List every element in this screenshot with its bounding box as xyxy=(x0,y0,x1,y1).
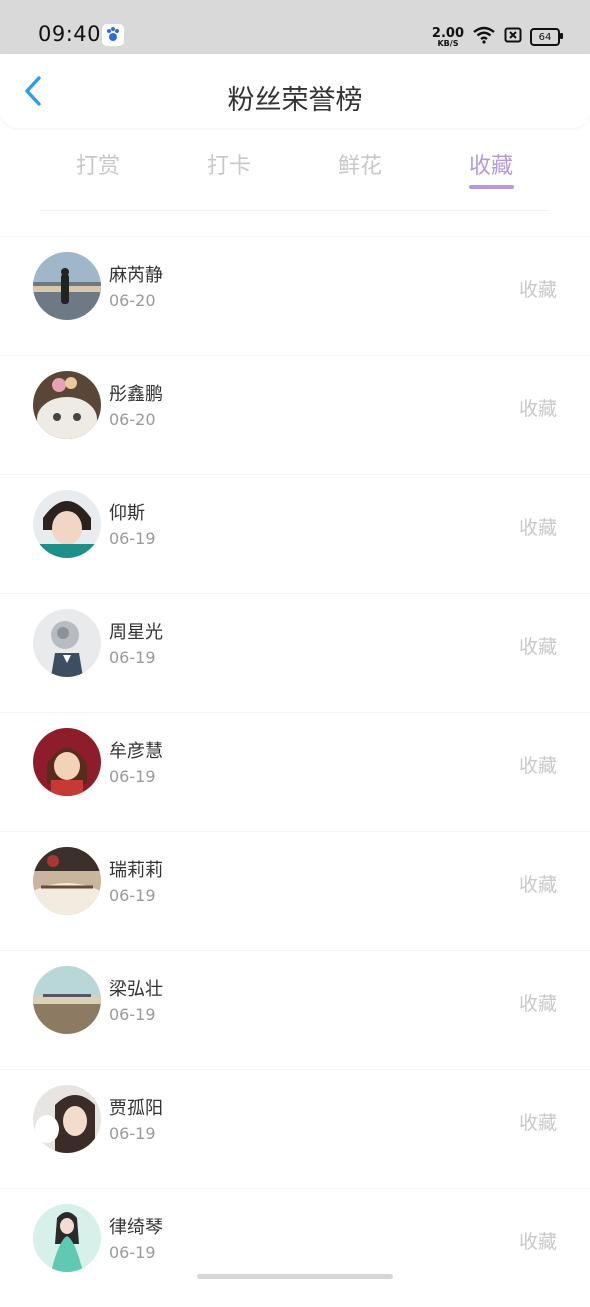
user-date: 06-20 xyxy=(109,410,156,429)
user-name: 仰斯 xyxy=(109,503,145,524)
user-name: 牟彦慧 xyxy=(109,741,163,762)
user-date: 06-19 xyxy=(109,648,156,667)
battery-icon: 64 xyxy=(530,28,563,46)
user-name: 周星光 xyxy=(109,622,163,643)
net-speed: 2.00 KB/S xyxy=(432,27,464,48)
user-name: 彤鑫鹏 xyxy=(109,384,163,405)
tab-checkin[interactable]: 打卡 xyxy=(179,148,279,180)
action-label: 收藏 xyxy=(518,636,557,658)
active-tab-indicator xyxy=(469,185,514,189)
user-name: 梁弘壮 xyxy=(109,979,163,1000)
avatar xyxy=(33,609,101,677)
avatar xyxy=(33,728,101,796)
list-item[interactable]: 周星光 06-19 收藏 xyxy=(0,593,590,712)
list-item[interactable]: 梁弘壮 06-19 收藏 xyxy=(0,950,590,1069)
tab-flowers[interactable]: 鲜花 xyxy=(310,148,410,180)
avatar xyxy=(33,252,101,320)
divider xyxy=(40,210,550,211)
status-bar: 09:40 2.00 KB/S 64 xyxy=(0,0,590,54)
avatar xyxy=(33,1204,101,1272)
header: 粉丝荣誉榜 xyxy=(0,54,590,128)
user-date: 06-19 xyxy=(109,886,156,905)
sim-icon xyxy=(504,27,522,47)
list-item[interactable]: 彤鑫鹏 06-20 收藏 xyxy=(0,355,590,474)
avatar xyxy=(33,847,101,915)
list-item[interactable]: 麻芮静 06-20 收藏 xyxy=(0,236,590,355)
avatar xyxy=(33,371,101,439)
action-label: 收藏 xyxy=(518,398,557,420)
fan-list: 麻芮静 06-20 收藏 彤鑫鹏 06-20 收藏 仰斯 06-19 收藏 周星… xyxy=(0,236,590,1307)
user-name: 贾孤阳 xyxy=(109,1098,163,1119)
user-date: 06-19 xyxy=(109,1124,156,1143)
avatar xyxy=(33,1085,101,1153)
user-name: 麻芮静 xyxy=(109,265,163,286)
avatar xyxy=(33,966,101,1034)
user-name: 律绮琴 xyxy=(109,1217,163,1238)
user-date: 06-19 xyxy=(109,1005,156,1024)
baidu-app-icon xyxy=(102,24,124,46)
list-item[interactable]: 瑞莉莉 06-19 收藏 xyxy=(0,831,590,950)
action-label: 收藏 xyxy=(518,1112,557,1134)
action-label: 收藏 xyxy=(518,279,557,301)
net-speed-unit: KB/S xyxy=(437,38,459,48)
status-indicators: 2.00 KB/S 64 xyxy=(432,24,563,50)
status-time: 09:40 xyxy=(38,22,102,46)
user-date: 06-19 xyxy=(109,1243,156,1262)
action-label: 收藏 xyxy=(518,993,557,1015)
list-item[interactable]: 牟彦慧 06-19 收藏 xyxy=(0,712,590,831)
list-item[interactable]: 仰斯 06-19 收藏 xyxy=(0,474,590,593)
page-title: 粉丝荣誉榜 xyxy=(227,85,363,116)
list-item[interactable]: 律绮琴 06-19 收藏 xyxy=(0,1188,590,1307)
action-label: 收藏 xyxy=(518,517,557,539)
action-label: 收藏 xyxy=(518,755,557,777)
tab-reward[interactable]: 打赏 xyxy=(48,148,148,180)
avatar xyxy=(33,490,101,558)
net-speed-value: 2.00 xyxy=(431,25,464,41)
home-indicator[interactable] xyxy=(197,1274,393,1279)
tab-favorites[interactable]: 收藏 xyxy=(441,148,541,180)
user-date: 06-19 xyxy=(109,529,156,548)
action-label: 收藏 xyxy=(518,1231,557,1253)
user-date: 06-20 xyxy=(109,291,156,310)
user-name: 瑞莉莉 xyxy=(109,860,163,881)
list-item[interactable]: 贾孤阳 06-19 收藏 xyxy=(0,1069,590,1188)
action-label: 收藏 xyxy=(518,874,557,896)
wifi-icon xyxy=(472,26,496,48)
user-date: 06-19 xyxy=(109,767,156,786)
